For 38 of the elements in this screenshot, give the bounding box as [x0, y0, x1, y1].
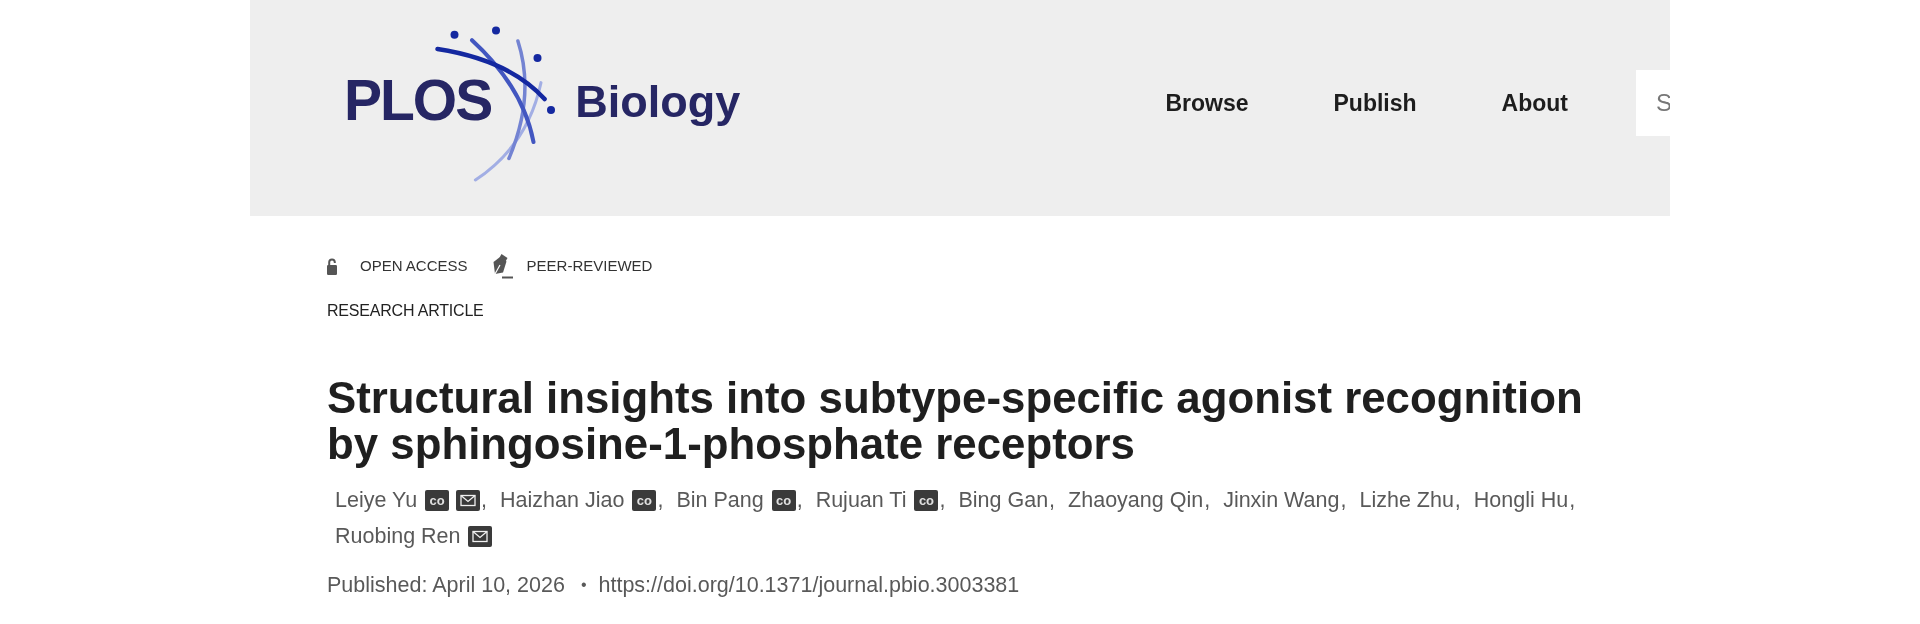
- author-separator: ,: [939, 487, 946, 513]
- open-padlock-icon: [327, 257, 337, 275]
- badge-label: OPEN ACCESS: [360, 255, 468, 276]
- author-separator: ,: [1204, 487, 1211, 513]
- author-separator: ,: [1340, 487, 1347, 513]
- author-link[interactable]: Ruobing Ren: [335, 523, 461, 549]
- equal-contribution-mark: co: [425, 489, 450, 511]
- author-link[interactable]: Bing Gan: [958, 487, 1049, 513]
- nav-link[interactable]: About: [1501, 85, 1568, 121]
- author-separator: ,: [796, 487, 803, 513]
- publication-date: Published: April 10, 2026: [327, 572, 565, 599]
- pen-nib-icon: [491, 253, 514, 279]
- equal-contribution-mark: co: [632, 489, 657, 511]
- badge-label: PEER-REVIEWED: [526, 255, 653, 276]
- author-link[interactable]: Rujuan Ti: [815, 487, 907, 513]
- author-separator: ,: [1569, 487, 1576, 513]
- author-link[interactable]: Bin Pang: [676, 487, 764, 513]
- author-link[interactable]: Hongli Hu: [1473, 487, 1569, 513]
- author-link[interactable]: Leiye Yu: [335, 487, 418, 513]
- equal-contribution-mark: co: [914, 489, 939, 511]
- author-link[interactable]: Haizhan Jiao: [500, 487, 625, 513]
- author-link[interactable]: Lizhe Zhu: [1359, 487, 1454, 513]
- equal-contribution-mark: co: [771, 489, 796, 511]
- article-type-label: RESEARCH ARTICLE: [327, 301, 484, 321]
- nav-link[interactable]: Browse: [1165, 85, 1249, 121]
- home-logo-link[interactable]: PLOS Biology: [344, 25, 741, 185]
- author-separator: ,: [657, 487, 664, 513]
- article-title: Structural insights into subtype-specific agonist recognition by sphingosine-1-phosphate receptors: [327, 375, 1584, 467]
- nav-link[interactable]: Publish: [1333, 85, 1417, 121]
- envelope-icon: [456, 489, 481, 511]
- author-link[interactable]: Zhaoyang Qin: [1068, 487, 1204, 513]
- author-link[interactable]: Jinxin Wang: [1223, 487, 1340, 513]
- author-separator: ,: [481, 487, 488, 513]
- author-separator: ,: [1049, 487, 1056, 513]
- author-separator: ,: [1454, 487, 1461, 513]
- envelope-icon: [467, 525, 492, 547]
- bullet-separator: •: [580, 575, 587, 595]
- doi-text: https://doi.org/10.1371/journal.pbio.3003381: [598, 572, 1020, 599]
